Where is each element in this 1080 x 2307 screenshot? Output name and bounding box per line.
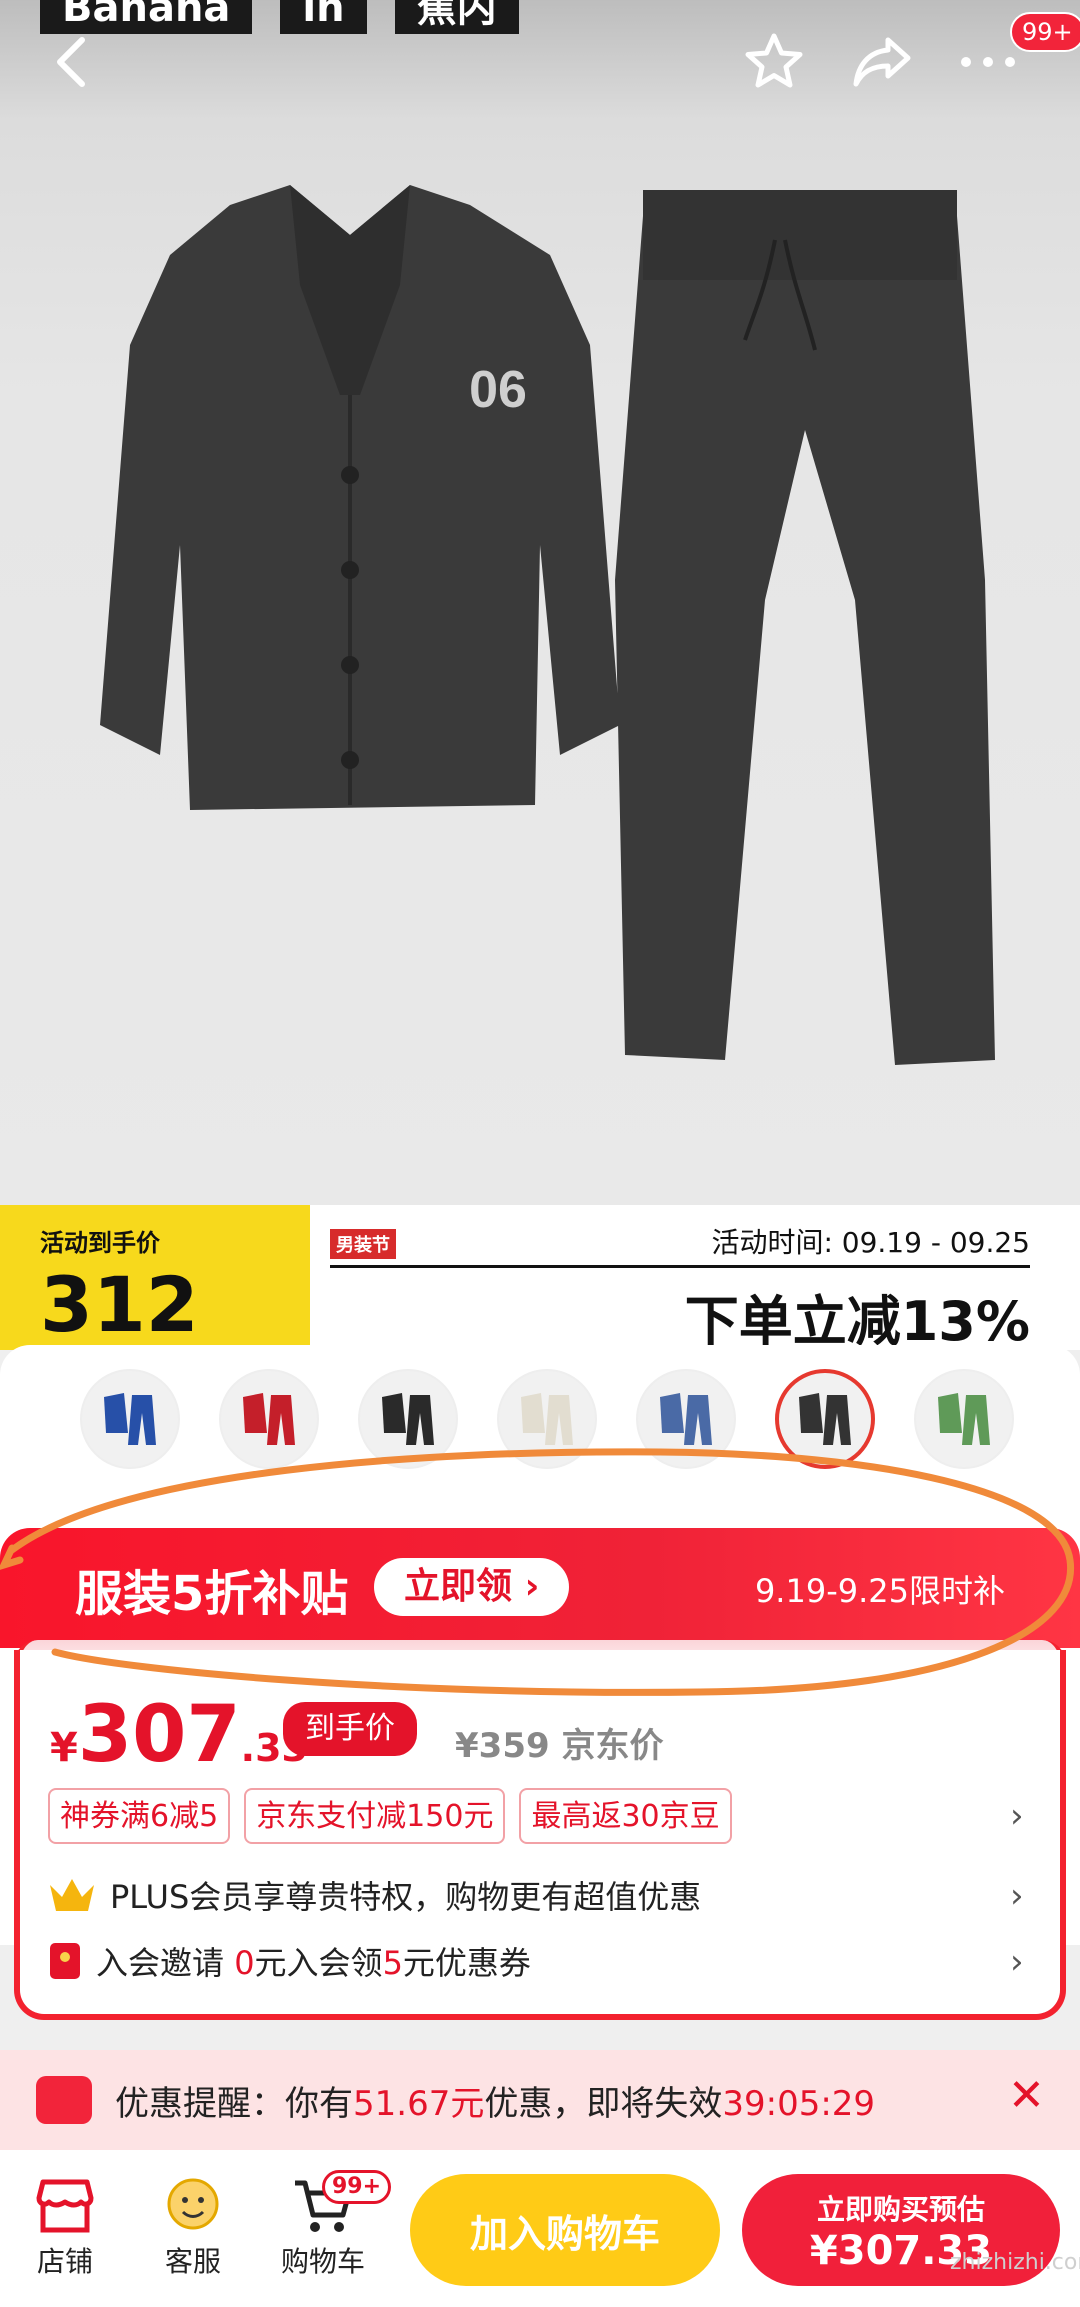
divider — [330, 1265, 1030, 1268]
event-price-label: 活动到手价 — [40, 1229, 160, 1257]
reminder-text-part: 优惠，即将失效 — [484, 2084, 723, 2124]
event-promo-banner[interactable]: 活动到手价 312 男装节 活动时间: 09.19 - 09.25 下单立减13… — [0, 1205, 1080, 1353]
cart-count-badge: 99+ — [322, 2170, 392, 2204]
event-tag: 男装节 — [330, 1229, 396, 1259]
watermark: zhizhizhi.com — [950, 2250, 1080, 2275]
invite-coupon-value: 5 — [382, 1944, 403, 1982]
coupon-tag[interactable]: 神券满6减5 — [48, 1788, 231, 1844]
star-icon — [745, 33, 803, 88]
reminder-text: 优惠提醒：你有51.67元优惠，即将失效39:05:29 — [115, 2076, 875, 2125]
invite-text: 入会邀请 0元入会领5元优惠券 — [96, 1938, 531, 1984]
reminder-text-part: 优惠提醒：你有 — [115, 2084, 353, 2124]
invite-text-part: 元入会领 — [254, 1944, 383, 1982]
store-tab-label: 店铺 — [36, 2245, 93, 2278]
invite-text-part: 入会邀请 — [96, 1944, 235, 1982]
invite-chevron-icon[interactable]: › — [1010, 1942, 1024, 1982]
coupon-list[interactable]: 神券满6减5 京东支付减150元 最高返30京豆 — [48, 1788, 732, 1844]
event-info-panel: 男装节 活动时间: 09.19 - 09.25 下单立减13% — [330, 1205, 1070, 1353]
brand-logo-strip: Banana in 蕉内 — [40, 0, 519, 34]
cardigan-illustration: 06 — [100, 185, 620, 810]
event-price-panel: 活动到手价 312 — [0, 1205, 310, 1350]
reminder-amount: 51.67元 — [353, 2084, 485, 2124]
coupon-tag[interactable]: 最高返30京豆 — [519, 1788, 732, 1844]
hand-drawn-annotation — [0, 1448, 1075, 1696]
coupon-icon — [36, 2076, 92, 2124]
favorite-button[interactable] — [734, 22, 814, 102]
invite-fee: 0 — [234, 1944, 255, 1982]
add-to-cart-button[interactable]: 加入购物车 — [410, 2174, 720, 2286]
crown-icon — [50, 1879, 94, 1911]
plus-chevron-icon[interactable]: › — [1010, 1876, 1024, 1916]
plus-member-text: PLUS会员享尊贵特权，购物更有超值优惠 — [110, 1878, 702, 1916]
invite-text-part: 元优惠券 — [402, 1944, 531, 1982]
customer-service-label: 客服 — [164, 2245, 221, 2278]
bottom-action-bar: 店铺 客服 购物车 99+ 加入购物车 立即购买预估 ¥307.33 zhizh… — [0, 2150, 1080, 2307]
share-button[interactable] — [842, 22, 922, 102]
customer-service-icon — [167, 2178, 219, 2230]
event-time: 活动时间: 09.19 - 09.25 — [711, 1226, 1030, 1259]
store-tab[interactable]: 店铺 — [10, 2172, 120, 2280]
product-image[interactable]: Banana in 蕉内 99+ 06 — [0, 0, 1080, 1205]
brand-part: in — [280, 0, 367, 34]
store-icon — [36, 2179, 94, 2233]
close-icon[interactable]: ✕ — [1008, 2070, 1045, 2121]
plus-member-row[interactable]: PLUS会员享尊贵特权，购物更有超值优惠 — [48, 1872, 701, 1918]
message-count-badge: 99+ — [1010, 12, 1080, 52]
coupon-chevron-icon[interactable]: › — [1010, 1796, 1024, 1836]
event-price-value: 312 — [40, 1260, 199, 1349]
more-dots-icon — [961, 57, 1015, 67]
chevron-left-icon — [57, 37, 85, 87]
brand-part: 蕉内 — [394, 0, 519, 34]
jacket-number-text: 06 — [469, 361, 527, 419]
discount-reminder-bar[interactable]: 优惠提醒：你有51.67元优惠，即将失效39:05:29 ✕ — [0, 2050, 1080, 2150]
buy-now-label: 立即购买预估 — [816, 2193, 985, 2226]
coupon-tag[interactable]: 京东支付减150元 — [244, 1788, 506, 1844]
membership-invite-row[interactable]: 入会邀请 0元入会领5元优惠券 — [48, 1938, 531, 1984]
share-icon — [853, 37, 911, 87]
customer-service-tab[interactable]: 客服 — [138, 2172, 248, 2280]
red-packet-icon — [50, 1943, 80, 1979]
pants-illustration — [615, 190, 995, 1065]
cart-tab-label: 购物车 — [280, 2245, 365, 2278]
reminder-countdown: 39:05:29 — [722, 2084, 876, 2124]
back-button[interactable] — [30, 22, 110, 102]
